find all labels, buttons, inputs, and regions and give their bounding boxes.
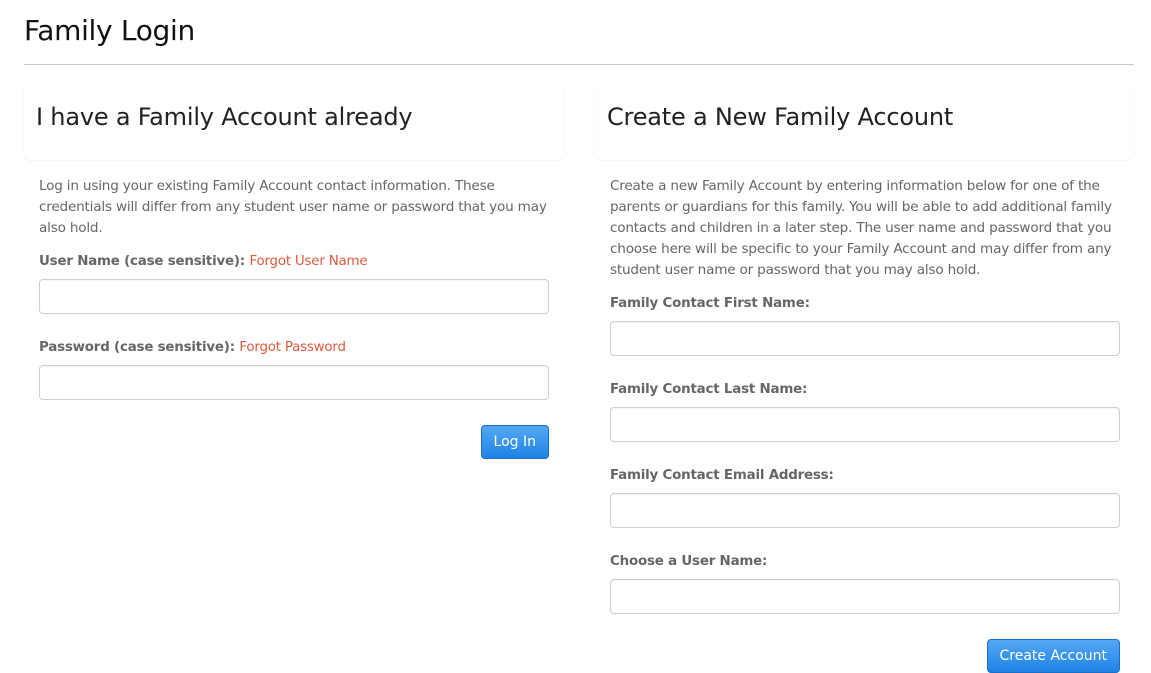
last-name-input[interactable] xyxy=(610,407,1120,442)
first-name-label: Family Contact First Name: xyxy=(610,296,810,311)
existing-account-panel: I have a Family Account already Log in u… xyxy=(24,84,564,459)
existing-account-body: Log in using your existing Family Accoun… xyxy=(24,160,564,459)
choose-username-input[interactable] xyxy=(610,579,1120,614)
first-name-input[interactable] xyxy=(610,321,1120,356)
new-account-panel: Create a New Family Account Create a new… xyxy=(595,84,1133,673)
new-account-body: Create a new Family Account by entering … xyxy=(595,160,1133,673)
email-label: Family Contact Email Address: xyxy=(610,468,834,483)
create-actions: Create Account xyxy=(610,639,1120,673)
create-account-button[interactable]: Create Account xyxy=(986,639,1120,673)
password-label: Password (case sensitive): Forgot Passwo… xyxy=(39,339,549,357)
create-intro-text: Create a new Family Account by entering … xyxy=(610,178,1112,278)
existing-account-heading: I have a Family Account already xyxy=(36,103,413,131)
forgot-password-link[interactable]: Forgot Password xyxy=(239,340,346,355)
title-divider xyxy=(24,64,1134,65)
page-title: Family Login xyxy=(24,14,195,47)
new-account-heading: Create a New Family Account xyxy=(607,103,954,131)
username-input[interactable] xyxy=(39,279,549,314)
password-label-text: Password (case sensitive): xyxy=(39,340,235,355)
forgot-username-link[interactable]: Forgot User Name xyxy=(249,254,367,269)
email-input[interactable] xyxy=(610,493,1120,528)
login-intro-text: Log in using your existing Family Accoun… xyxy=(39,178,547,236)
last-name-label: Family Contact Last Name: xyxy=(610,382,808,397)
username-label-text: User Name (case sensitive): xyxy=(39,254,245,269)
choose-username-label: Choose a User Name: xyxy=(610,554,768,569)
login-actions: Log In xyxy=(39,425,549,459)
new-account-header: Create a New Family Account xyxy=(595,84,1133,160)
username-label: User Name (case sensitive): Forgot User … xyxy=(39,253,549,271)
log-in-button[interactable]: Log In xyxy=(480,425,549,459)
password-input[interactable] xyxy=(39,365,549,400)
existing-account-header: I have a Family Account already xyxy=(24,84,564,160)
